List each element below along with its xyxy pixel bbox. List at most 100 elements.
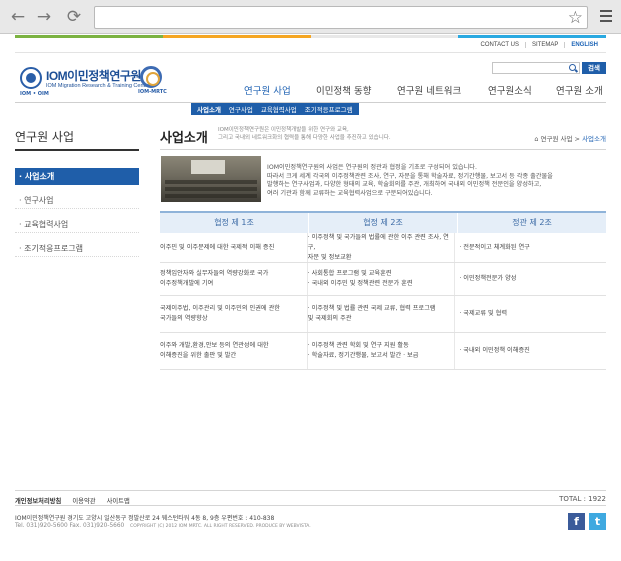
cell-text: 정책입안자와 실무자들의 역량강화로 국가이주정책개발에 기여 — [160, 269, 268, 289]
twitter-icon[interactable]: t — [589, 513, 606, 530]
cell-text: · 이주정책 및 법률 관련 국제 교류, 협력 프로그램 및 국제회의 주관 — [308, 304, 436, 324]
cell-line: 이주정책개발에 기여 — [160, 280, 214, 287]
breadcrumb-home[interactable]: ⌂ 연구원 사업 — [534, 135, 572, 143]
cell-text: · 사회통합 프로그램 및 교육훈련 · 국내외 이주민 및 정책관련 전문가 훈… — [308, 269, 413, 289]
table-row: 이주민 및 이주문제에 대한 국제적 이해 증진 · 이주정책 및 국가들의 법률… — [160, 233, 606, 263]
content-divider — [160, 149, 606, 150]
cell-line: 이주와 개발,환경,안보 등의 연관성에 대한 — [160, 342, 269, 349]
table-header-cell: 정관 제 2조 — [457, 213, 606, 233]
intro-line: 따라서 크게 세계 각국의 이주정책관련 조사, 연구, 자문을 통해 학술자료… — [267, 172, 553, 180]
search-icon[interactable] — [569, 64, 576, 71]
browser-toolbar: ← → ⟳ ☆ — [0, 0, 621, 34]
cell-line: 자문 및 정보교환 — [307, 253, 352, 261]
table-cell: · 전문적이고 체계화된 연구 — [454, 233, 606, 262]
footer-copyright: COPYRIGHT (C) 2012 IOM MRTC. ALL RIGHT R… — [130, 524, 311, 529]
star-icon[interactable]: ☆ — [568, 8, 583, 28]
hamburger-menu-icon[interactable] — [600, 10, 612, 25]
table-cell: · 국제교류 및 협력 — [454, 296, 606, 332]
table-cell: · 이민정책전문가 양성 — [454, 263, 606, 295]
nav-network[interactable]: 연구원 네트워크 — [397, 83, 461, 97]
cell-text: 이주민 및 이주문제에 대한 국제적 이해 증진 — [160, 243, 274, 253]
search-input[interactable] — [492, 62, 580, 74]
sidebar-item-education[interactable]: · 교육협력사업 — [15, 216, 139, 233]
sidebar-item-overview[interactable]: · 사업소개 — [15, 168, 139, 185]
page-title: 사업소개 — [160, 131, 208, 146]
forward-arrow-icon[interactable]: → — [34, 7, 54, 27]
nav-news[interactable]: 연구원소식 — [488, 83, 532, 97]
sidebar-item-research[interactable]: · 연구사업 — [15, 192, 139, 209]
footer-divider — [15, 490, 606, 491]
page-description: IOM이민정책연구원은 이민정책개발을 위한 연구와 교육, 그리고 국내외 네… — [218, 126, 458, 142]
table-row: 정책입안자와 실무자들의 역량강화로 국가이주정책개발에 기여 · 사회통합 프로… — [160, 263, 606, 296]
seminar-photo — [161, 156, 261, 202]
utility-links: CONTACT US SITEMAP ENGLISH — [475, 42, 604, 48]
search-button[interactable]: 검색 — [582, 62, 606, 74]
cell-text: · 이민정책전문가 양성 — [459, 274, 516, 284]
nav-about[interactable]: 연구원 소개 — [556, 83, 603, 97]
cell-line: · 전문적이고 체계화된 연구 — [459, 243, 530, 251]
cell-line: · 국내외 이민정책 이해증진 — [459, 347, 530, 354]
privacy-policy-link[interactable]: 개인정보처리방침 — [15, 498, 61, 505]
sitemap-link[interactable]: SITEMAP — [524, 42, 564, 48]
cell-line: 이주민 및 이주문제에 대한 국제적 이해 증진 — [160, 243, 275, 251]
contact-us-link[interactable]: CONTACT US — [475, 42, 525, 48]
breadcrumb-separator: > — [572, 135, 583, 143]
table-cell: · 이주정책 및 법률 관련 국제 교류, 협력 프로그램 및 국제회의 주관 — [306, 296, 455, 332]
breadcrumb-current: 사업소개 — [582, 135, 606, 143]
logo-badge-text: IOM • OIM — [20, 91, 49, 97]
subnav-item-research[interactable]: 연구사업 — [229, 104, 253, 114]
footer-contact: Tel. 031)920-5600 Fax. 031)920-5660 COPY… — [15, 523, 311, 529]
nav-migration-trends[interactable]: 이민정책 동향 — [316, 83, 371, 97]
table-cell: · 국내외 이민정책 이해증진 — [454, 333, 606, 369]
cell-line: · 국내외 이주민 및 정책관련 전문가 훈련 — [307, 280, 413, 287]
cell-line: · 학술자료, 정기간행물, 보고서 발간 · 보급 — [307, 352, 419, 359]
table-header-cell: 협정 제 2조 — [308, 213, 457, 233]
english-link[interactable]: ENGLISH — [564, 42, 604, 48]
subnav-item-early-adaptation[interactable]: 조기적응프로그램 — [305, 104, 353, 114]
sidebar-title: 연구원 사업 — [15, 130, 75, 144]
table-cell: 이주와 개발,환경,안보 등의 연관성에 대한이해증진을 위한 출판 및 발간 — [160, 333, 307, 369]
cell-text: 국제이주법, 이주관리 및 이주민의 인권에 관한 국가들의 역량향상 — [160, 304, 280, 324]
cell-line: 국가들의 역량향상 — [160, 315, 208, 322]
cell-line: · 이주정책 및 국가들의 법률에 관한 이주 관련 조사, 연구, — [307, 233, 449, 251]
footer-links: 개인정보처리방침 이용약관 사이트맵 — [15, 496, 139, 505]
subnav-item-education[interactable]: 교육협력사업 — [261, 104, 297, 114]
cell-line: 및 국제회의 주관 — [307, 315, 352, 322]
cell-text: · 이주정책 및 국가들의 법률에 관한 이주 관련 조사, 연구, 자문 및 … — [308, 233, 452, 263]
reload-icon[interactable]: ⟳ — [64, 7, 84, 27]
cell-line: 이해증진을 위한 출판 및 발간 — [160, 352, 237, 359]
intro-line: 발행하는 연구사업과, 다양한 형태의 교육, 학술회의를 주관, 개최하여 국… — [267, 181, 542, 188]
nav-research-projects[interactable]: 연구원 사업 — [244, 83, 291, 97]
cell-line: · 이주정책 관련 학회 및 연구 지원 활동 — [307, 342, 409, 349]
table-cell: 국제이주법, 이주관리 및 이주민의 인권에 관한 국가들의 역량향상 — [160, 296, 307, 332]
mrtc-logo-icon — [140, 66, 162, 88]
globe-icon — [20, 67, 42, 89]
facebook-icon[interactable]: f — [568, 513, 585, 530]
footer-tel: Tel. 031)920-5600 Fax. 031)920-5660 — [15, 523, 125, 529]
footer-divider — [15, 505, 606, 506]
breadcrumb: ⌂ 연구원 사업 > 사업소개 — [534, 133, 606, 143]
intro-line: 여러 기관과 함께 교류하는 교육협력사업으로 구분되어있습니다. — [267, 189, 433, 197]
address-bar[interactable]: ☆ — [94, 6, 588, 29]
back-arrow-icon[interactable]: ← — [8, 7, 28, 27]
cell-text: · 전문적이고 체계화된 연구 — [459, 243, 529, 253]
cell-line: · 이민정책전문가 양성 — [459, 275, 517, 282]
cell-text: · 국내외 이민정책 이해증진 — [459, 346, 529, 356]
footer-sitemap-link[interactable]: 사이트맵 — [107, 498, 130, 505]
cell-line: · 사회통합 프로그램 및 교육훈련 — [307, 270, 392, 277]
table-cell: · 이주정책 및 국가들의 법률에 관한 이주 관련 조사, 연구, 자문 및 … — [306, 233, 455, 263]
sidebar-item-early-adaptation[interactable]: · 조기적응프로그램 — [15, 240, 139, 257]
intro-line: IOM이민정책연구원의 사업은 연구원의 정관과 협정을 기초로 구성되어 있습… — [267, 164, 477, 171]
cell-line: 정책입안자와 실무자들의 역량강화로 국가 — [160, 270, 269, 277]
subnav-item-overview[interactable]: 사업소개 — [197, 104, 221, 114]
cell-text: 이주와 개발,환경,안보 등의 연관성에 대한이해증진을 위한 출판 및 발간 — [160, 341, 269, 361]
terms-link[interactable]: 이용약관 — [72, 498, 95, 505]
description-line: 그리고 국내외 네트워크화의 협력을 통해 다양한 사업을 추진하고 있습니다. — [218, 135, 391, 141]
table-row: 이주와 개발,환경,안보 등의 연관성에 대한이해증진을 위한 출판 및 발간 ·… — [160, 333, 606, 370]
table-cell: 정책입안자와 실무자들의 역량강화로 국가이주정책개발에 기여 — [160, 263, 307, 295]
cell-text: · 이주정책 관련 학회 및 연구 지원 활동 · 학술자료, 정기간행물, 보고… — [308, 341, 419, 361]
visitor-total: TOTAL : 1922 — [559, 495, 606, 503]
cell-text: · 국제교류 및 협력 — [459, 309, 507, 319]
color-strip — [15, 35, 606, 38]
cell-line: · 국제교류 및 협력 — [459, 310, 508, 317]
